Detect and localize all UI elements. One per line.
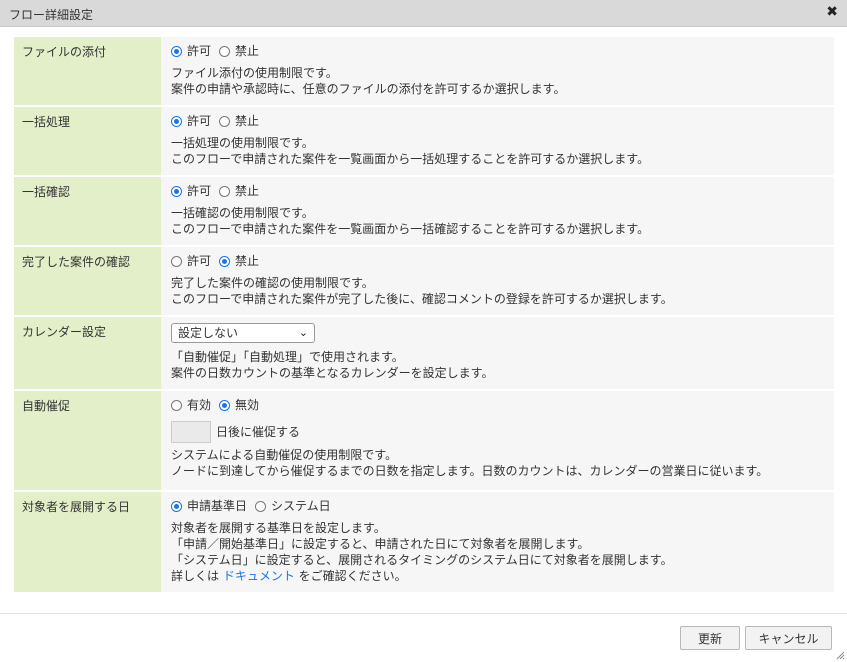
close-icon[interactable]: ✖: [826, 4, 838, 20]
radio-allow[interactable]: 許可: [171, 43, 211, 59]
description-line: ファイル添付の使用制限です。: [171, 66, 338, 80]
radio-checked-icon: [171, 500, 182, 512]
resize-grip-icon[interactable]: [835, 650, 845, 660]
footer-divider: [0, 613, 847, 614]
desc-text: 詳しくは: [171, 569, 223, 583]
radio-deny[interactable]: 禁止: [219, 183, 259, 199]
radio-enable[interactable]: 有効: [171, 397, 211, 413]
description-line: 一括処理の使用制限です。: [171, 136, 314, 150]
radio-group: 有効 無効: [171, 395, 824, 415]
description-line: このフローで申請された案件が完了した後に、確認コメントの登録を許可するか選択しま…: [171, 292, 673, 306]
row-value: 許可 禁止 完了した案件の確認の使用制限です。 このフローで申請された案件が完了…: [161, 247, 834, 315]
radio-group: 許可 禁止: [171, 41, 824, 61]
radio-label: 有効: [187, 398, 212, 412]
radio-checked-icon: [171, 115, 182, 127]
radio-label: 許可: [187, 254, 212, 268]
description-line: 案件の申請や承認時に、任意のファイルの添付を許可するか選択します。: [171, 82, 566, 96]
desc-text: をご確認ください。: [294, 569, 407, 583]
update-button[interactable]: 更新: [680, 626, 740, 650]
row-label: 自動催促: [14, 391, 161, 490]
row-expand-date: 対象者を展開する日 申請基準日 システム日 対象者を展開する基準日を設定します。…: [14, 492, 834, 592]
dialog-title: フロー詳細設定: [9, 8, 94, 22]
remind-days-suffix: 日後に催促する: [216, 425, 301, 439]
description-line: 「自動催促」「自動処理」で使用されます。: [171, 350, 404, 364]
radio-allow[interactable]: 許可: [171, 183, 211, 199]
row-value: 有効 無効 日後に催促する システムによる自動催促の使用制限です。 ノードに到達…: [161, 391, 834, 490]
radio-label: 許可: [187, 114, 212, 128]
radio-label: 禁止: [235, 44, 260, 58]
radio-application-date[interactable]: 申請基準日: [171, 498, 247, 514]
radio-label: 禁止: [235, 184, 260, 198]
row-value: 申請基準日 システム日 対象者を展開する基準日を設定します。 「申請／開始基準日…: [161, 492, 834, 592]
row-label: 対象者を展開する日: [14, 492, 161, 592]
description-line: 完了した案件の確認の使用制限です。: [171, 276, 374, 290]
row-bulk-confirm: 一括確認 許可 禁止 一括確認の使用制限です。 このフローで申請された案件を一覧…: [14, 177, 834, 245]
radio-label: 申請基準日: [187, 499, 248, 513]
radio-group: 許可 禁止: [171, 251, 824, 271]
row-label: 完了した案件の確認: [14, 247, 161, 315]
radio-checked-icon: [219, 255, 231, 267]
radio-checked-icon: [219, 399, 231, 411]
radio-deny[interactable]: 禁止: [219, 113, 259, 129]
row-value: 設定しない ⌄ 「自動催促」「自動処理」で使用されます。 案件の日数カウントの基…: [161, 317, 834, 389]
description-line: このフローで申請された案件を一覧画面から一括処理することを許可するか選択します。: [171, 152, 650, 166]
row-auto-remind: 自動催促 有効 無効 日後に催促する システムによる自動催促の使用制限です。 ノ…: [14, 391, 834, 490]
row-label: 一括確認: [14, 177, 161, 245]
description-line: 一括確認の使用制限です。: [171, 206, 314, 220]
radio-deny[interactable]: 禁止: [219, 43, 259, 59]
radio-allow[interactable]: 許可: [171, 113, 211, 129]
radio-group: 申請基準日 システム日: [171, 496, 824, 516]
settings-table: ファイルの添付 許可 禁止 ファイル添付の使用制限です。 案件の申請や承認時に、…: [14, 35, 834, 594]
description-line: 「システム日」に設定すると、展開されるタイミングのシステム日にて対象者を展開しま…: [171, 553, 673, 567]
radio-label: システム日: [271, 499, 331, 513]
radio-deny[interactable]: 禁止: [219, 253, 259, 269]
description-line: 詳しくは ドキュメント をご確認ください。: [171, 568, 824, 584]
description-line: ノードに到達してから催促するまでの日数を指定します。日数のカウントは、カレンダー…: [171, 464, 769, 478]
radio-checked-icon: [171, 185, 182, 197]
row-label: カレンダー設定: [14, 317, 161, 389]
radio-label: 禁止: [235, 254, 260, 268]
description-line: このフローで申請された案件を一覧画面から一括確認することを許可するか選択します。: [171, 222, 650, 236]
radio-group: 許可 禁止: [171, 181, 824, 201]
radio-group: 許可 禁止: [171, 111, 824, 131]
row-completed-confirm: 完了した案件の確認 許可 禁止 完了した案件の確認の使用制限です。 このフローで…: [14, 247, 834, 315]
radio-system-date[interactable]: システム日: [255, 498, 331, 514]
row-file-attach: ファイルの添付 許可 禁止 ファイル添付の使用制限です。 案件の申請や承認時に、…: [14, 37, 834, 105]
row-value: 許可 禁止 一括確認の使用制限です。 このフローで申請された案件を一覧画面から一…: [161, 177, 834, 245]
remind-days-input[interactable]: [171, 421, 211, 443]
radio-disable[interactable]: 無効: [219, 397, 259, 413]
row-label: ファイルの添付: [14, 37, 161, 105]
radio-label: 許可: [187, 44, 212, 58]
row-bulk-process: 一括処理 許可 禁止 一括処理の使用制限です。 このフローで申請された案件を一覧…: [14, 107, 834, 175]
row-value: 許可 禁止 ファイル添付の使用制限です。 案件の申請や承認時に、任意のファイルの…: [161, 37, 834, 105]
description-line: 「申請／開始基準日」に設定すると、申請された日にて対象者を展開します。: [171, 537, 590, 551]
description-line: 対象者を展開する基準日を設定します。: [171, 521, 386, 535]
radio-checked-icon: [171, 45, 182, 57]
radio-allow[interactable]: 許可: [171, 253, 211, 269]
radio-unchecked-icon: [255, 500, 267, 512]
radio-unchecked-icon: [219, 185, 231, 197]
row-calendar: カレンダー設定 設定しない ⌄ 「自動催促」「自動処理」で使用されます。 案件の…: [14, 317, 834, 389]
cancel-button[interactable]: キャンセル: [745, 626, 832, 650]
calendar-select[interactable]: 設定しない ⌄: [171, 323, 315, 343]
radio-label: 無効: [235, 398, 260, 412]
radio-unchecked-icon: [219, 45, 231, 57]
remind-days-row: 日後に催促する: [171, 421, 824, 443]
select-value: 設定しない: [178, 326, 239, 340]
radio-unchecked-icon: [171, 255, 182, 267]
row-label: 一括処理: [14, 107, 161, 175]
description-line: 案件の日数カウントの基準となるカレンダーを設定します。: [171, 366, 494, 380]
dialog-titlebar: フロー詳細設定 ✖: [0, 0, 847, 27]
document-link[interactable]: ドキュメント: [223, 569, 295, 583]
radio-unchecked-icon: [219, 115, 231, 127]
radio-unchecked-icon: [171, 399, 182, 411]
radio-label: 許可: [187, 184, 212, 198]
radio-label: 禁止: [235, 114, 260, 128]
row-value: 許可 禁止 一括処理の使用制限です。 このフローで申請された案件を一覧画面から一…: [161, 107, 834, 175]
chevron-down-icon: ⌄: [298, 326, 308, 339]
description-line: システムによる自動催促の使用制限です。: [171, 448, 398, 462]
